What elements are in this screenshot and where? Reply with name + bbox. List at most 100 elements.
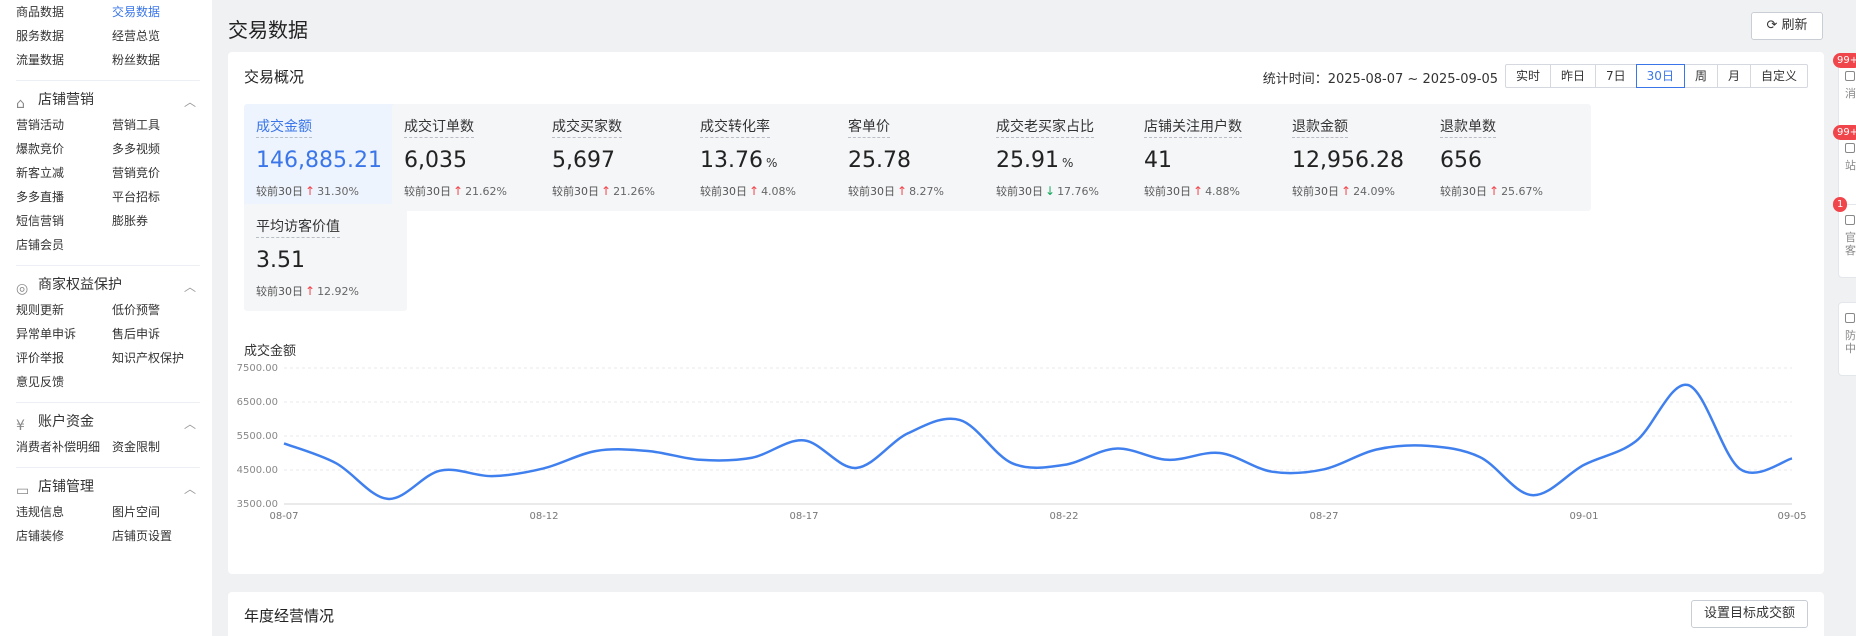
sidebar-item[interactable]: 多多视频	[112, 139, 160, 159]
sidebar-row: 店铺会员	[16, 235, 200, 255]
sidebar-item[interactable]: 规则更新	[16, 300, 64, 320]
metric-compare: 较前30日 ↑ 25.67%	[1440, 183, 1579, 199]
x-tick-label: 08-22	[1049, 511, 1078, 522]
metric-unit: %	[765, 156, 778, 170]
transaction-overview-card: 交易概况 统计时间：2025-08-07 ~ 2025-09-05 实时 昨日 7日…	[228, 52, 1824, 574]
compare-label: 较前30日	[1292, 185, 1339, 198]
metric-label: 成交订单数	[404, 116, 474, 138]
arrow-up-icon: ↑	[749, 184, 760, 198]
right-bar-button[interactable]: 99+ 消	[1833, 53, 1856, 134]
sidebar-item[interactable]: 短信营销	[16, 211, 64, 231]
metric-card[interactable]: 成交金额 146,885.21 较前30日 ↑ 31.30%	[244, 104, 407, 211]
range-tab[interactable]: 自定义	[1749, 64, 1808, 88]
sidebar-item[interactable]: 服务数据	[16, 26, 64, 46]
metric-card[interactable]: 成交转化率 13.76% 较前30日 ↑ 4.08%	[688, 104, 851, 211]
set-target-button[interactable]: 设置目标成交额	[1690, 600, 1808, 628]
sidebar-item[interactable]: 店铺页设置	[112, 526, 172, 546]
sidebar-section-header[interactable]: ¥ 账户资金 ︿	[16, 411, 200, 434]
metric-label: 成交金额	[256, 116, 312, 138]
sidebar-item[interactable]: 评价举报	[16, 348, 64, 368]
sidebar-item[interactable]: 资金限制	[112, 437, 160, 457]
sidebar-row: 新客立减 营销竞价	[16, 163, 200, 183]
service-icon	[1845, 215, 1855, 225]
refresh-label: 刷新	[1781, 18, 1808, 33]
metric-card[interactable]: 成交买家数 5,697 较前30日 ↑ 21.26%	[540, 104, 703, 211]
sidebar-item[interactable]: 低价预警	[112, 300, 160, 320]
range-tab[interactable]: 月	[1716, 64, 1751, 88]
sidebar-section-header[interactable]: ◎ 商家权益保护 ︿	[16, 274, 200, 297]
metric-compare: 较前30日 ↑ 4.88%	[1144, 183, 1283, 199]
sidebar-item[interactable]: 售后申诉	[112, 324, 160, 344]
metric-compare: 较前30日 ↑ 8.27%	[848, 183, 987, 199]
chevron-up-icon: ︿	[183, 95, 196, 109]
range-tab[interactable]: 7日	[1595, 64, 1637, 88]
metric-card[interactable]: 平均访客价值 3.51 较前30日 ↑ 12.92%	[244, 204, 407, 311]
refresh-button[interactable]: ⟳ 刷新	[1751, 12, 1823, 40]
sidebar-item[interactable]: 违规信息	[16, 502, 64, 522]
sidebar-item[interactable]: 爆款竞价	[16, 139, 64, 159]
metric-value: 13.76%	[700, 148, 778, 173]
sidebar-item[interactable]: 多多直播	[16, 187, 64, 207]
yen-coin-icon: ¥	[16, 418, 25, 434]
range-tab[interactable]: 实时	[1505, 64, 1552, 88]
range-tab[interactable]: 30日	[1635, 64, 1685, 88]
shield-check-icon: ◎	[16, 281, 29, 297]
sidebar-item[interactable]: 流量数据	[16, 50, 64, 70]
range-tab[interactable]: 昨日	[1550, 64, 1597, 88]
metric-card[interactable]: 店铺关注用户数 41 较前30日 ↑ 4.88%	[1132, 104, 1295, 211]
right-bar-label: 消	[1845, 87, 1856, 100]
sidebar-row: 流量数据 粉丝数据	[16, 50, 200, 70]
metric-card[interactable]: 退款金额 12,956.28 较前30日 ↑ 24.09%	[1280, 104, 1443, 211]
sidebar-item[interactable]: 新客立减	[16, 163, 64, 183]
right-bar-button[interactable]: 防中	[1838, 302, 1856, 376]
sidebar-item[interactable]: 交易数据	[112, 2, 160, 22]
x-tick-label: 08-27	[1309, 511, 1338, 522]
sidebar-item[interactable]: 粉丝数据	[112, 50, 160, 70]
sidebar-item[interactable]: 营销工具	[112, 115, 160, 135]
arrow-down-icon: ↓	[1045, 184, 1056, 198]
compare-percent: 8.27%	[909, 185, 945, 198]
metric-label: 客单价	[848, 116, 890, 138]
metric-card[interactable]: 客单价 25.78 较前30日 ↑ 8.27%	[836, 104, 999, 211]
refresh-icon: ⟳	[1766, 18, 1778, 33]
page-title: 交易数据	[228, 18, 308, 42]
sidebar-item[interactable]: 经营总览	[112, 26, 160, 46]
sidebar-item[interactable]: 店铺会员	[16, 235, 64, 255]
compare-percent: 4.08%	[761, 185, 797, 198]
arrow-up-icon: ↑	[305, 284, 316, 298]
sidebar-item[interactable]: 营销竞价	[112, 163, 160, 183]
sidebar-item[interactable]: 异常单申诉	[16, 324, 76, 344]
notification-badge: 99+	[1833, 53, 1856, 68]
sidebar-section-header[interactable]: ▭ 店铺管理 ︿	[16, 476, 200, 499]
right-bar-label: 防中	[1845, 329, 1856, 355]
sidebar-item[interactable]: 知识产权保护	[112, 348, 184, 368]
sidebar-item[interactable]: 店铺装修	[16, 526, 64, 546]
metric-value: 3.51	[256, 248, 305, 273]
metric-unit: %	[1061, 156, 1074, 170]
sidebar-divider	[16, 402, 200, 403]
sidebar-item[interactable]: 意见反馈	[16, 372, 64, 392]
sidebar-item[interactable]: 膨胀券	[112, 211, 148, 231]
metric-label: 成交老买家占比	[996, 116, 1094, 138]
range-tab[interactable]: 周	[1683, 64, 1718, 88]
metric-label: 退款金额	[1292, 116, 1348, 138]
metric-card[interactable]: 成交订单数 6,035 较前30日 ↑ 21.62%	[392, 104, 555, 211]
sidebar-item[interactable]: 商品数据	[16, 2, 64, 22]
sidebar-item[interactable]: 平台招标	[112, 187, 160, 207]
sidebar-row: 规则更新 低价预警	[16, 300, 200, 320]
metric-compare: 较前30日 ↑ 31.30%	[256, 183, 395, 199]
metric-card[interactable]: 退款单数 656 较前30日 ↑ 25.67%	[1428, 104, 1591, 211]
right-bar-button[interactable]: 99+ 站	[1833, 125, 1856, 206]
sidebar-item[interactable]: 营销活动	[16, 115, 64, 135]
metric-value: 6,035	[404, 148, 467, 173]
metric-value: 25.78	[848, 148, 911, 173]
sidebar-item[interactable]: 消费者补偿明细	[16, 437, 100, 457]
metric-card[interactable]: 成交老买家占比 25.91% 较前30日 ↓ 17.76%	[984, 104, 1147, 211]
metric-value: 146,885.21	[256, 148, 382, 173]
sidebar-item[interactable]: 图片空间	[112, 502, 160, 522]
sidebar-section-header[interactable]: ⌂ 店铺营销 ︿	[16, 89, 200, 112]
right-bar-button[interactable]: 1 官客	[1833, 197, 1856, 278]
bell-icon	[1845, 71, 1855, 81]
sidebar-row: 违规信息 图片空间	[16, 502, 200, 522]
metric-value: 656	[1440, 148, 1482, 173]
